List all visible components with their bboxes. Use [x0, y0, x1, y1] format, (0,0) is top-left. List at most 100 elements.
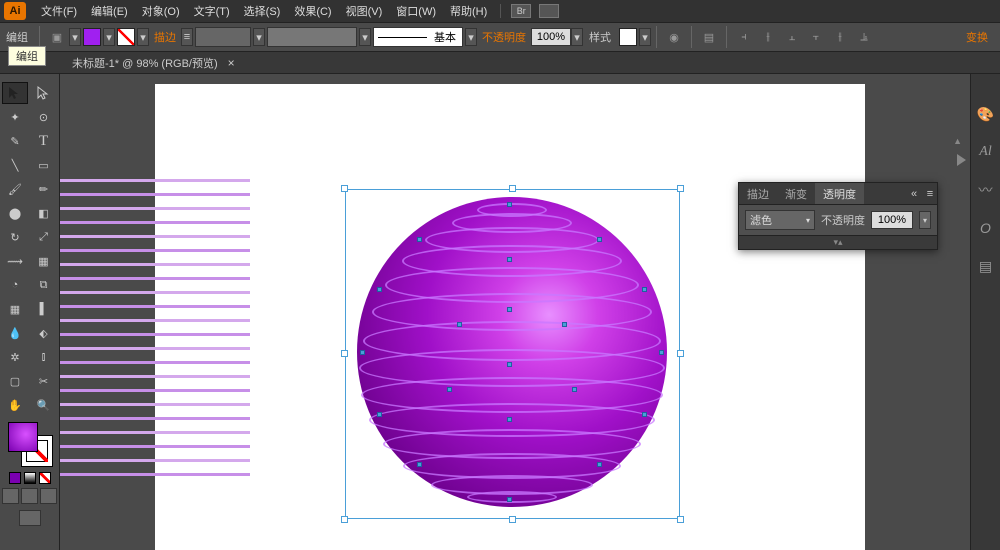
direct-selection-tool[interactable]: [31, 82, 57, 104]
type-tool[interactable]: T: [31, 130, 57, 152]
menu-file[interactable]: 文件(F): [34, 3, 84, 19]
panel-opacity-dropdown[interactable]: ▾: [919, 211, 931, 229]
panel-collapse-icon[interactable]: «: [905, 183, 923, 204]
tab-stroke[interactable]: 描边: [739, 183, 777, 204]
width-tool[interactable]: ⟿: [2, 250, 28, 272]
stroke-label[interactable]: 描边: [154, 29, 176, 45]
opacity-dropdown[interactable]: ▾: [571, 28, 583, 46]
style-swatch[interactable]: [619, 28, 637, 46]
style-dropdown[interactable]: ▾: [639, 28, 651, 46]
resize-handle-b[interactable]: [509, 516, 516, 523]
symbols-panel-icon[interactable]: O: [976, 218, 996, 238]
menu-object[interactable]: 对象(O): [135, 3, 187, 19]
resize-handle-tl[interactable]: [341, 185, 348, 192]
panel-menu-icon[interactable]: ≡: [923, 183, 937, 204]
align-center-v-icon[interactable]: ⫲: [830, 27, 850, 47]
align-icon-1[interactable]: ▤: [699, 27, 719, 47]
color-mode-none[interactable]: [39, 472, 51, 484]
panel-opacity-field[interactable]: 100%: [871, 211, 913, 229]
stroke-weight-dropdown[interactable]: ▾: [253, 28, 265, 46]
magic-wand-tool[interactable]: ✦: [2, 106, 28, 128]
selection-tool[interactable]: [2, 82, 28, 104]
align-left-icon[interactable]: ⫞: [734, 27, 754, 47]
menu-type[interactable]: 文字(T): [187, 3, 237, 19]
eyedropper-tool[interactable]: 💧: [2, 322, 28, 344]
brush-definition[interactable]: 基本: [373, 27, 463, 47]
panel-expand-icon[interactable]: ▾▴: [739, 235, 937, 249]
blend-mode-dropdown[interactable]: 滤色 ▾: [745, 210, 815, 230]
draw-inside-icon[interactable]: [40, 488, 57, 504]
artboard-tool[interactable]: ▢: [2, 370, 28, 392]
mesh-tool[interactable]: ▦: [2, 298, 28, 320]
stroke-swatch[interactable]: [117, 28, 135, 46]
swatches-panel-icon[interactable]: Al: [976, 142, 996, 162]
graph-tool[interactable]: ⫾: [31, 346, 57, 368]
resize-handle-tr[interactable]: [677, 185, 684, 192]
lasso-tool[interactable]: ⊙: [31, 106, 57, 128]
opacity-field[interactable]: 100%: [531, 28, 571, 46]
arrange-docs-icon[interactable]: [539, 4, 559, 18]
menu-edit[interactable]: 编辑(E): [84, 3, 135, 19]
resize-handle-r[interactable]: [677, 350, 684, 357]
hand-tool[interactable]: ✋: [2, 394, 28, 416]
pen-tool[interactable]: ✎: [2, 130, 28, 152]
symbol-sprayer-tool[interactable]: ✲: [2, 346, 28, 368]
menu-help[interactable]: 帮助(H): [443, 3, 494, 19]
tab-transparency[interactable]: 透明度: [815, 183, 864, 204]
align-center-h-icon[interactable]: ⫲: [758, 27, 778, 47]
fill-swatch[interactable]: [83, 28, 101, 46]
opacity-label[interactable]: 不透明度: [482, 29, 526, 45]
fill-indicator[interactable]: [8, 422, 38, 452]
color-mode-gradient[interactable]: [24, 472, 36, 484]
panel-fly-out-icon[interactable]: [957, 154, 966, 166]
menu-select[interactable]: 选择(S): [237, 3, 288, 19]
bridge-icon[interactable]: Br: [511, 4, 531, 18]
gradient-tool[interactable]: ▌: [31, 298, 57, 320]
fill-stroke-indicator[interactable]: [8, 422, 52, 466]
align-bottom-icon[interactable]: ⫡: [854, 27, 874, 47]
draw-normal-icon[interactable]: [2, 488, 19, 504]
slice-tool[interactable]: ✂: [31, 370, 57, 392]
resize-handle-br[interactable]: [677, 516, 684, 523]
variable-width-profile[interactable]: [267, 27, 357, 47]
tab-gradient[interactable]: 渐变: [777, 183, 815, 204]
screen-mode-icon[interactable]: [19, 510, 41, 526]
panel-expand-arrow[interactable]: ▲: [953, 136, 962, 146]
style-label[interactable]: 样式: [589, 29, 611, 45]
paintbrush-tool[interactable]: 🖌: [2, 178, 28, 200]
rotate-tool[interactable]: ↻: [2, 226, 28, 248]
canvas-viewport[interactable]: 描边 渐变 透明度 « ≡ 滤色 ▾ 不透明度 100% ▾ ▾▴ ▲: [60, 74, 970, 550]
resize-handle-l[interactable]: [341, 350, 348, 357]
brushes-panel-icon[interactable]: 〰: [976, 180, 996, 200]
line-tool[interactable]: ╲: [2, 154, 28, 176]
shape-builder-tool[interactable]: ◔: [2, 274, 28, 296]
layers-panel-icon[interactable]: ▤: [976, 256, 996, 276]
blend-tool[interactable]: ⬖: [31, 322, 57, 344]
eraser-tool[interactable]: ◧: [31, 202, 57, 224]
pencil-tool[interactable]: ✏: [31, 178, 57, 200]
bounding-box-icon[interactable]: ▣: [47, 27, 67, 47]
dropdown-arrow[interactable]: ▾: [69, 28, 81, 46]
align-top-icon[interactable]: ⫟: [806, 27, 826, 47]
perspective-tool[interactable]: ⧉: [31, 274, 57, 296]
brush-dropdown[interactable]: ▾: [465, 28, 477, 46]
stroke-weight-field[interactable]: [195, 27, 251, 47]
stroke-dropdown[interactable]: ▾: [137, 28, 149, 46]
vw-dropdown[interactable]: ▾: [359, 28, 371, 46]
draw-behind-icon[interactable]: [21, 488, 38, 504]
blob-brush-tool[interactable]: ⬤: [2, 202, 28, 224]
resize-handle-t[interactable]: [509, 185, 516, 192]
isolation-mode-label[interactable]: 编组: [8, 46, 46, 66]
menu-view[interactable]: 视图(V): [339, 3, 390, 19]
stroke-weight-arrow[interactable]: ≡: [181, 28, 193, 46]
close-tab-icon[interactable]: ×: [228, 56, 235, 70]
menu-effect[interactable]: 效果(C): [287, 3, 338, 19]
align-right-icon[interactable]: ⫠: [782, 27, 802, 47]
transform-link[interactable]: 变换: [966, 29, 988, 45]
selected-object[interactable]: [345, 189, 680, 519]
color-mode-solid[interactable]: [9, 472, 21, 484]
menu-window[interactable]: 窗口(W): [389, 3, 443, 19]
fill-dropdown[interactable]: ▾: [103, 28, 115, 46]
recolor-icon[interactable]: ◉: [664, 27, 684, 47]
zoom-tool[interactable]: 🔍: [31, 394, 57, 416]
